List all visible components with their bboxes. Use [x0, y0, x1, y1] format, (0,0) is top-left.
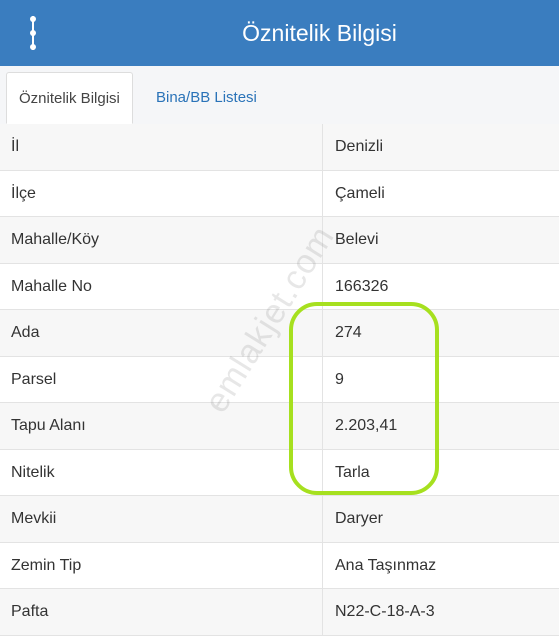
page-title: Öznitelik Bilgisi	[242, 20, 397, 46]
row-value: 2.203,41	[335, 417, 398, 434]
row-value: N22-C-18-A-3	[335, 603, 435, 620]
app-header: Öznitelik Bilgisi	[0, 0, 559, 66]
row-label: Zemin Tip	[11, 556, 82, 574]
attribute-table: İl Denizli İlçe Çameli Mahalle/Köy Belevi M…	[0, 124, 559, 636]
row-label: Tapu Alanı	[11, 417, 86, 434]
row-value: Denizli	[335, 138, 384, 155]
row-label: İl	[11, 138, 19, 155]
row-value: 166326	[335, 277, 389, 295]
table-row: Mevkii Daryer	[0, 496, 559, 543]
menu-dots-icon[interactable]	[20, 14, 46, 52]
row-value: Çameli	[335, 184, 385, 202]
row-value: Tarla	[335, 463, 370, 481]
table-row: Nitelik Tarla	[0, 449, 559, 496]
row-value: Ana Taşınmaz	[335, 556, 437, 574]
row-label: Mevkii	[11, 510, 57, 527]
row-label: İlçe	[11, 184, 36, 202]
tab-bina-bb-listesi[interactable]: Bina/BB Listesi	[144, 72, 269, 124]
row-label: Mahalle No	[11, 277, 92, 295]
row-label: Ada	[11, 324, 40, 341]
row-value: Belevi	[335, 231, 379, 248]
row-value: 274	[335, 324, 362, 341]
table-row: Zemin Tip Ana Taşınmaz	[0, 542, 559, 589]
table-row: Parsel 9	[0, 356, 559, 403]
table-row: İlçe Çameli	[0, 170, 559, 217]
tab-bar: Öznitelik Bilgisi Bina/BB Listesi	[0, 66, 559, 125]
row-label: Mahalle/Köy	[11, 231, 100, 248]
row-label: Nitelik	[11, 463, 55, 481]
table-row: Mahalle No 166326	[0, 263, 559, 310]
table-row: Tapu Alanı 2.203,41	[0, 403, 559, 450]
table-row: İl Denizli	[0, 124, 559, 171]
row-value: 9	[335, 370, 344, 388]
table-row: Ada 274	[0, 310, 559, 357]
row-label: Pafta	[11, 603, 49, 620]
row-label: Parsel	[11, 370, 57, 388]
table-row: Pafta N22-C-18-A-3	[0, 589, 559, 636]
row-value: Daryer	[335, 510, 384, 527]
table-row: Mahalle/Köy Belevi	[0, 217, 559, 264]
tab-oznitelik-bilgisi[interactable]: Öznitelik Bilgisi	[6, 72, 133, 124]
